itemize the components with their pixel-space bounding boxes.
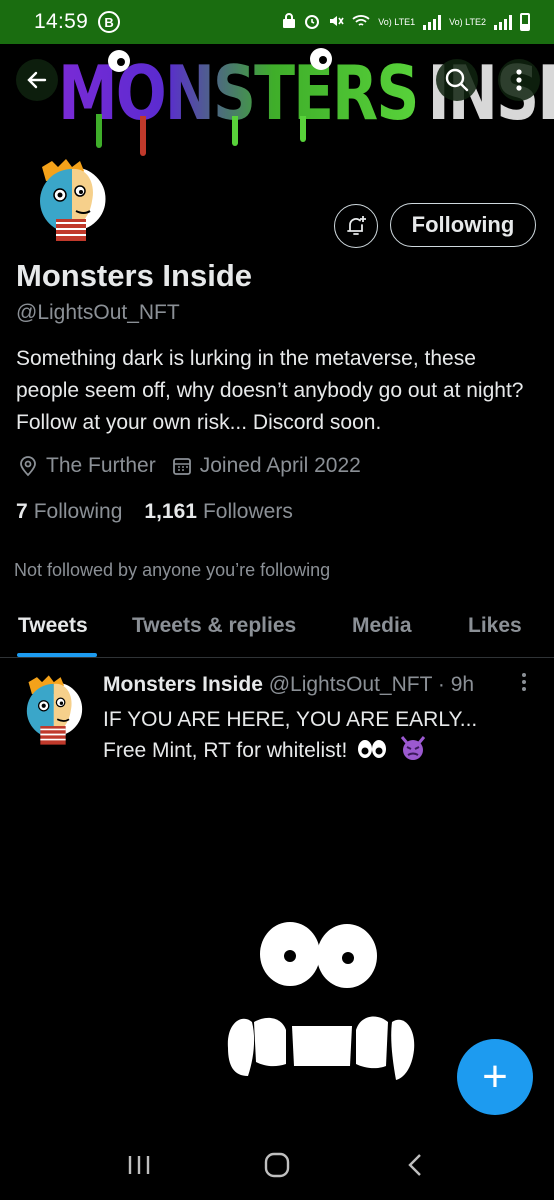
eyeball-decoration (310, 48, 332, 70)
not-followed-note: Not followed by anyone you’re following (14, 560, 331, 580)
home-button[interactable] (247, 1140, 307, 1190)
android-nav-bar (0, 1130, 554, 1200)
signal-2-icon (494, 14, 512, 30)
location-icon (20, 456, 36, 477)
tweet-author-handle: @LightsOut_NFT (268, 673, 433, 696)
sim2-label: Vo) LTE2 (449, 16, 486, 27)
tab-likes[interactable]: Likes (468, 614, 522, 638)
tweet-line-2-row: Free Mint, RT for whitelist! (103, 735, 533, 766)
slime-drip (96, 114, 102, 148)
following-link[interactable]: 7 Following (16, 500, 122, 524)
profile-name: Monsters Inside (16, 258, 252, 293)
slime-drip (300, 116, 306, 142)
calendar-icon (172, 458, 191, 475)
blood-drip (140, 116, 146, 156)
recent-apps-icon (128, 1156, 150, 1174)
profile-location: The Further (46, 454, 156, 477)
status-time: 14:59 (34, 10, 89, 33)
tweet-author-name[interactable]: Monsters Inside (103, 673, 263, 696)
tweet-more-button[interactable] (521, 672, 527, 698)
active-tab-indicator (17, 653, 97, 657)
followers-count: 1,161 (144, 500, 197, 523)
status-bar: 14:59 B Vo) LTE1 Vo) LTE2 (0, 0, 554, 44)
more-vertical-icon (516, 69, 522, 91)
followers-label: Followers (202, 500, 293, 523)
eyes-emoji-icon (358, 740, 387, 758)
banner-logo: MONSTERSINSIDE (58, 50, 554, 138)
followers-link[interactable]: 1,161 Followers (144, 500, 292, 524)
tweet-body: IF YOU ARE HERE, YOU ARE EARLY... Free M… (103, 704, 533, 766)
profile-avatar[interactable] (32, 155, 110, 245)
sim1-label: Vo) LTE1 (378, 16, 416, 27)
profile-counts: 7 Following 1,161 Followers (16, 500, 293, 524)
angry-devil-emoji-icon (400, 736, 426, 760)
following-count: 7 (16, 500, 28, 523)
eyeball-decoration (108, 50, 130, 72)
tweet-time: 9h (450, 673, 475, 696)
tab-media[interactable]: Media (352, 614, 412, 638)
back-button[interactable] (16, 59, 58, 101)
more-vertical-icon (522, 673, 526, 691)
profile-joined: Joined April 2022 (199, 454, 361, 477)
notify-button[interactable] (334, 204, 378, 248)
profile-handle: @LightsOut_NFT (16, 301, 180, 324)
wifi-icon (352, 14, 370, 31)
signal-1-icon (423, 14, 442, 30)
recent-apps-button[interactable] (109, 1140, 169, 1190)
profile-bio: Something dark is lurking in the metaver… (16, 347, 524, 434)
bell-plus-icon (347, 216, 366, 235)
profile-meta: The Further Joined April 2022 (18, 454, 361, 478)
search-button[interactable] (436, 59, 478, 101)
status-icons: Vo) LTE1 Vo) LTE2 (282, 12, 530, 32)
system-back-button[interactable] (385, 1140, 445, 1190)
following-label: Following (33, 500, 123, 523)
tab-tweets[interactable]: Tweets (18, 614, 88, 638)
compose-tweet-button[interactable]: + (457, 1039, 533, 1115)
mute-icon (328, 13, 344, 32)
lock-icon (282, 12, 296, 32)
home-icon (264, 1152, 290, 1178)
tweet-avatar[interactable] (20, 672, 86, 748)
alarm-icon (304, 13, 320, 32)
tweet-line-2: Free Mint, RT for whitelist! (103, 739, 348, 762)
back-arrow-icon (27, 71, 47, 89)
chevron-left-icon (408, 1154, 421, 1176)
tweet-line-1: IF YOU ARE HERE, YOU ARE EARLY... (103, 708, 478, 731)
following-button[interactable]: Following (390, 203, 536, 247)
more-button[interactable] (498, 59, 540, 101)
profile-banner: MONSTERSINSIDE (0, 44, 554, 156)
profile-tabs: Tweets Tweets & replies Media Likes (0, 600, 554, 658)
tweet-separator: · (437, 673, 445, 696)
tab-tweets-replies[interactable]: Tweets & replies (132, 614, 296, 638)
battery-icon (520, 13, 530, 31)
slime-drip (232, 116, 238, 146)
tweet-media-monster-face[interactable] (224, 918, 420, 1090)
tweet-header: Monsters Inside @LightsOut_NFT · 9h (103, 673, 474, 697)
b-badge-icon: B (98, 11, 121, 33)
search-icon (445, 68, 469, 92)
